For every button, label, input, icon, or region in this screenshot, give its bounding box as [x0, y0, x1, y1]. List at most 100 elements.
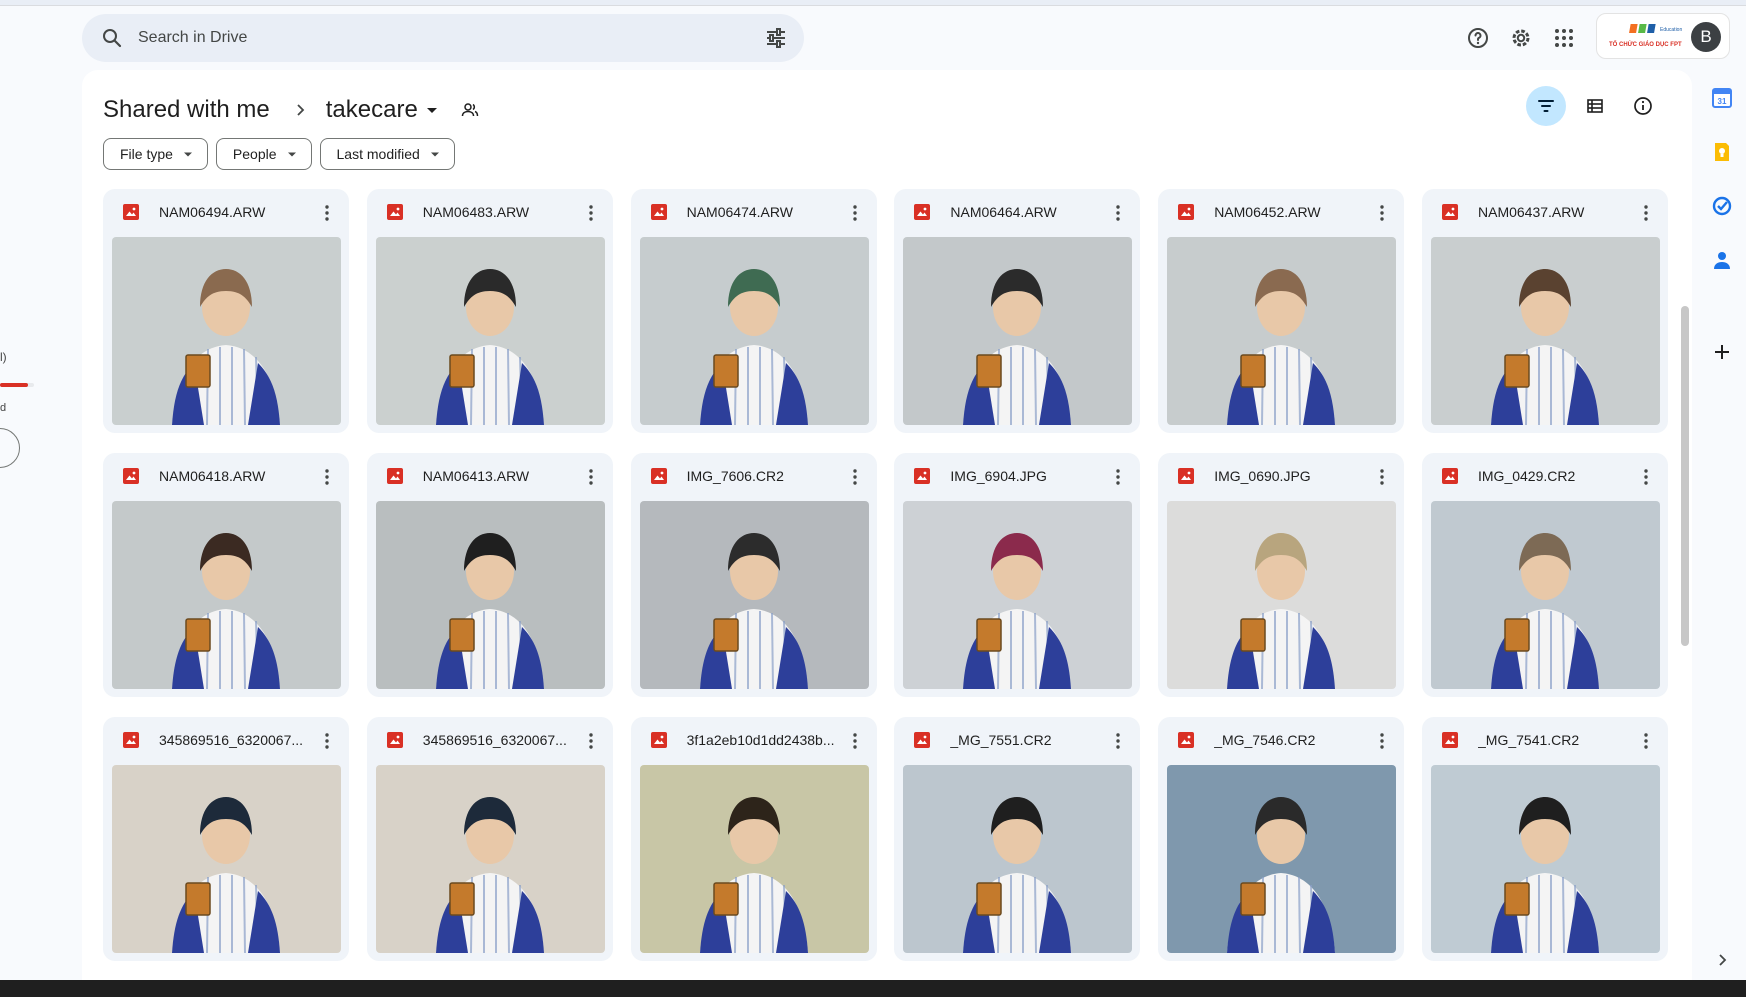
- get-more-storage-button[interactable]: [0, 428, 20, 468]
- file-thumbnail[interactable]: [903, 501, 1133, 689]
- file-card[interactable]: IMG_7606.CR2: [630, 453, 877, 697]
- file-thumbnail[interactable]: [1431, 765, 1660, 953]
- file-card[interactable]: 3f1a2eb10d1dd2438b...: [630, 717, 877, 961]
- info-icon[interactable]: [1623, 86, 1663, 126]
- filter-icon[interactable]: [1526, 86, 1566, 126]
- search-icon[interactable]: [100, 26, 124, 50]
- file-name[interactable]: IMG_6904.JPG: [950, 468, 1100, 484]
- file-card[interactable]: NAM06413.ARW: [366, 453, 613, 697]
- file-name[interactable]: _MG_7551.CR2: [950, 732, 1100, 748]
- file-name[interactable]: 345869516_6320067...: [159, 732, 309, 748]
- file-thumbnail[interactable]: [112, 765, 341, 953]
- more-vert-icon[interactable]: [579, 465, 603, 489]
- filter-people[interactable]: People: [215, 138, 312, 170]
- file-thumbnail[interactable]: [1431, 237, 1660, 425]
- more-vert-icon[interactable]: [579, 729, 603, 753]
- avatar[interactable]: B: [1691, 22, 1721, 52]
- file-thumbnail[interactable]: [375, 237, 605, 425]
- search-bar[interactable]: [82, 14, 804, 62]
- file-card[interactable]: NAM06474.ARW: [630, 189, 877, 433]
- file-thumbnail[interactable]: [1431, 501, 1660, 689]
- file-name[interactable]: NAM06452.ARW: [1214, 204, 1364, 220]
- file-thumbnail[interactable]: [112, 237, 341, 425]
- file-name[interactable]: NAM06494.ARW: [159, 204, 309, 220]
- more-vert-icon[interactable]: [579, 201, 603, 225]
- file-card[interactable]: 345869516_6320067...: [366, 717, 613, 961]
- file-card[interactable]: IMG_0690.JPG: [1158, 453, 1405, 697]
- more-vert-icon[interactable]: [1106, 729, 1130, 753]
- file-thumbnail[interactable]: [375, 501, 605, 689]
- file-thumbnail[interactable]: [639, 237, 869, 425]
- help-icon[interactable]: [1462, 22, 1494, 54]
- file-card[interactable]: _MG_7551.CR2: [894, 717, 1141, 961]
- file-name[interactable]: 3f1a2eb10d1dd2438b...: [687, 732, 837, 748]
- more-vert-icon[interactable]: [1106, 465, 1130, 489]
- contacts-icon[interactable]: [1708, 246, 1736, 274]
- more-vert-icon[interactable]: [315, 201, 339, 225]
- shared-people-icon[interactable]: [460, 100, 480, 120]
- caret-down-icon[interactable]: [422, 100, 442, 120]
- file-name[interactable]: IMG_0690.JPG: [1214, 468, 1364, 484]
- file-name[interactable]: NAM06413.ARW: [423, 468, 573, 484]
- add-icon[interactable]: [1708, 338, 1736, 366]
- file-name[interactable]: IMG_0429.CR2: [1478, 468, 1628, 484]
- more-vert-icon[interactable]: [1370, 465, 1394, 489]
- search-input[interactable]: [138, 24, 698, 52]
- file-card[interactable]: NAM06494.ARW: [103, 189, 349, 433]
- more-vert-icon[interactable]: [843, 729, 867, 753]
- more-vert-icon[interactable]: [1634, 729, 1658, 753]
- file-name[interactable]: NAM06483.ARW: [423, 204, 573, 220]
- file-name[interactable]: _MG_7546.CR2: [1214, 732, 1364, 748]
- file-thumbnail[interactable]: [1167, 501, 1397, 689]
- file-card-header: _MG_7541.CR2: [1422, 717, 1668, 765]
- scrollbar[interactable]: [1681, 306, 1689, 646]
- file-card[interactable]: NAM06418.ARW: [103, 453, 349, 697]
- file-thumbnail[interactable]: [903, 237, 1133, 425]
- list-view-icon[interactable]: [1575, 86, 1615, 126]
- file-card[interactable]: NAM06437.ARW: [1422, 189, 1668, 433]
- more-vert-icon[interactable]: [1370, 729, 1394, 753]
- more-vert-icon[interactable]: [315, 729, 339, 753]
- more-vert-icon[interactable]: [1634, 465, 1658, 489]
- file-card[interactable]: NAM06452.ARW: [1158, 189, 1405, 433]
- file-thumbnail[interactable]: [375, 765, 605, 953]
- file-thumbnail[interactable]: [903, 765, 1133, 953]
- file-name[interactable]: NAM06437.ARW: [1478, 204, 1628, 220]
- file-name[interactable]: NAM06474.ARW: [687, 204, 837, 220]
- file-thumbnail[interactable]: [112, 501, 341, 689]
- file-card[interactable]: IMG_6904.JPG: [894, 453, 1141, 697]
- file-card[interactable]: _MG_7546.CR2: [1158, 717, 1405, 961]
- tune-icon[interactable]: [764, 26, 788, 50]
- more-vert-icon[interactable]: [1106, 201, 1130, 225]
- more-vert-icon[interactable]: [1370, 201, 1394, 225]
- breadcrumb-current-folder[interactable]: takecare: [326, 96, 418, 124]
- file-card[interactable]: _MG_7541.CR2: [1422, 717, 1668, 961]
- calendar-icon[interactable]: 31: [1708, 84, 1736, 112]
- file-thumbnail[interactable]: [639, 501, 869, 689]
- file-name[interactable]: 345869516_6320067...: [423, 732, 573, 748]
- file-name[interactable]: _MG_7541.CR2: [1478, 732, 1628, 748]
- file-thumbnail[interactable]: [1167, 765, 1397, 953]
- account-switcher[interactable]: Education TỔ CHỨC GIÁO DỤC FPT B: [1596, 13, 1730, 59]
- chevron-right-icon[interactable]: [1708, 946, 1736, 974]
- keep-icon[interactable]: [1708, 138, 1736, 166]
- more-vert-icon[interactable]: [1634, 201, 1658, 225]
- more-vert-icon[interactable]: [315, 465, 339, 489]
- file-card[interactable]: NAM06464.ARW: [894, 189, 1141, 433]
- more-vert-icon[interactable]: [843, 201, 867, 225]
- file-card[interactable]: NAM06483.ARW: [366, 189, 613, 433]
- file-name[interactable]: NAM06418.ARW: [159, 468, 309, 484]
- file-card[interactable]: IMG_0429.CR2: [1422, 453, 1668, 697]
- apps-grid-icon[interactable]: [1548, 22, 1580, 54]
- filter-last-modified[interactable]: Last modified: [319, 138, 455, 170]
- breadcrumb-root[interactable]: Shared with me: [103, 96, 270, 124]
- file-name[interactable]: NAM06464.ARW: [950, 204, 1100, 220]
- more-vert-icon[interactable]: [843, 465, 867, 489]
- file-thumbnail[interactable]: [1167, 237, 1397, 425]
- tasks-icon[interactable]: [1708, 192, 1736, 220]
- file-name[interactable]: IMG_7606.CR2: [687, 468, 837, 484]
- file-thumbnail[interactable]: [639, 765, 869, 953]
- file-card[interactable]: 345869516_6320067...: [103, 717, 349, 961]
- filter-file-type[interactable]: File type: [103, 138, 208, 170]
- gear-icon[interactable]: [1505, 22, 1537, 54]
